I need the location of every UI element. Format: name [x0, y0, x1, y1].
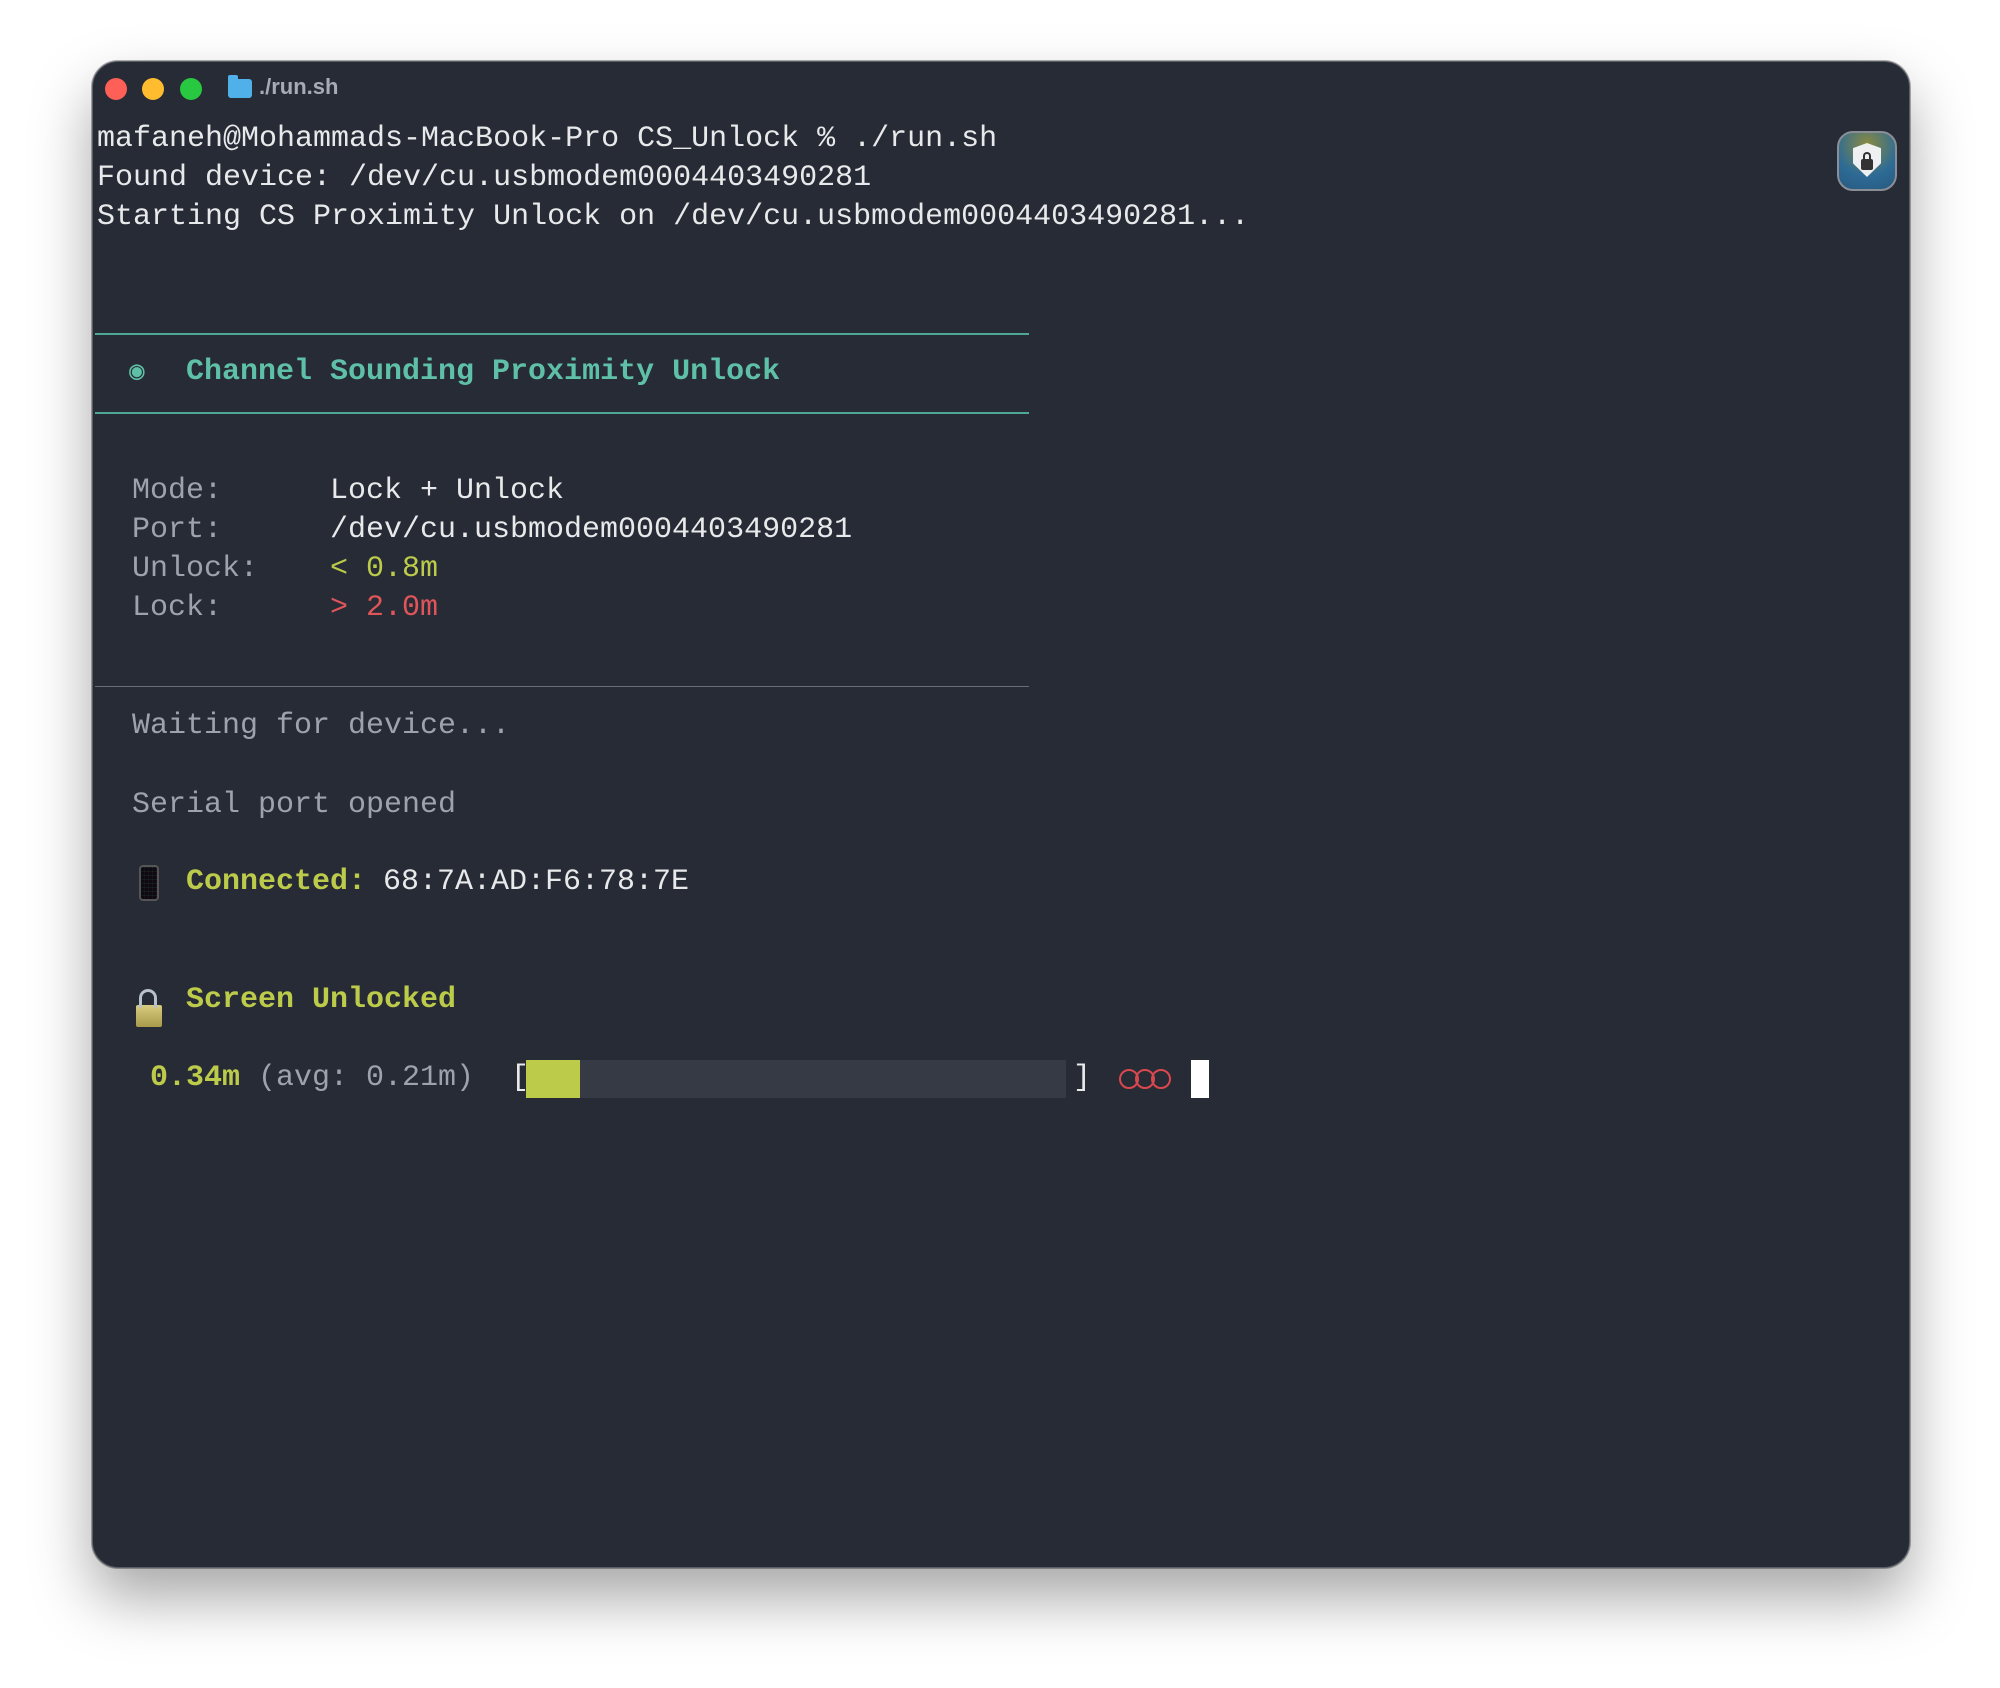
current-distance: 0.34m	[150, 1059, 240, 1098]
window-title: ./run.sh	[259, 74, 338, 100]
distance-bar	[526, 1060, 1066, 1098]
terminal-window: ./run.sh mafaneh@Mohammads-MacBook-Pro C…	[92, 61, 1910, 1568]
output-line: Starting CS Proximity Unlock on /dev/cu.…	[97, 198, 1249, 237]
device-address: 68:7A:AD:F6:78:7E	[383, 863, 689, 902]
mobile-phone-icon	[139, 865, 159, 901]
divider	[95, 686, 1029, 687]
screen-status: Screen Unlocked	[186, 981, 456, 1020]
lock-label: Lock:	[132, 589, 222, 628]
port-label: Port:	[132, 511, 222, 550]
shield-lock-icon[interactable]	[1837, 131, 1897, 191]
folder-icon	[228, 79, 252, 98]
terminal-cursor	[1191, 1060, 1209, 1098]
average-distance: (avg: 0.21m)	[258, 1059, 474, 1098]
prompt-line: mafaneh@Mohammads-MacBook-Pro CS_Unlock …	[97, 120, 997, 159]
signal-ring-icon	[1151, 1069, 1171, 1089]
output-line: Found device: /dev/cu.usbmodem0004403490…	[97, 159, 871, 198]
waiting-status: Waiting for device...	[132, 707, 510, 746]
distance-bar-fill	[526, 1060, 580, 1098]
connected-label: Connected:	[186, 863, 366, 902]
title-bar: ./run.sh	[93, 62, 1909, 112]
unlocked-padlock-icon	[136, 1005, 162, 1027]
app-title: Channel Sounding Proximity Unlock	[186, 353, 780, 392]
serial-status: Serial port opened	[132, 786, 456, 825]
divider	[95, 333, 1029, 335]
bar-close-bracket: ]	[1073, 1059, 1091, 1098]
mode-value: Lock + Unlock	[330, 472, 564, 511]
radio-bullet-icon: ◉	[129, 353, 145, 392]
unlock-label: Unlock:	[132, 550, 258, 589]
mode-label: Mode:	[132, 472, 222, 511]
minimize-button[interactable]	[142, 78, 164, 100]
close-button[interactable]	[105, 78, 127, 100]
lock-threshold: > 2.0m	[330, 589, 438, 628]
divider	[95, 412, 1029, 414]
zoom-button[interactable]	[180, 78, 202, 100]
unlock-threshold: < 0.8m	[330, 550, 438, 589]
port-value: /dev/cu.usbmodem0004403490281	[330, 511, 852, 550]
